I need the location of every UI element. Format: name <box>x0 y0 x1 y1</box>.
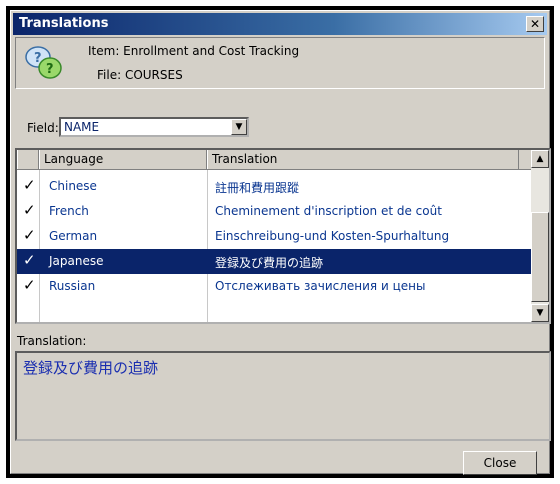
translation-cell: 登録及び費用の追跡 <box>215 256 324 270</box>
language-cell: Japanese <box>49 254 104 268</box>
svg-text:?: ? <box>46 62 54 77</box>
scroll-down-icon[interactable]: ▼ <box>531 304 549 322</box>
close-icon[interactable]: ✕ <box>526 16 544 32</box>
window-title: Translations <box>19 16 109 31</box>
translations-grid: Language Translation ✓ Chinese 註冊和費用跟蹤 ✓… <box>15 148 551 324</box>
item-name: Item: Enrollment and Cost Tracking <box>88 44 300 58</box>
translation-cell: Cheminement d'inscription et de coût <box>215 204 442 218</box>
scroll-thumb[interactable] <box>531 212 549 302</box>
language-cell: French <box>49 204 89 218</box>
dialog-window: Translations ✕ ? ? Item: Enrollment and … <box>6 6 554 478</box>
check-icon: ✓ <box>23 201 36 219</box>
translation-cell: Отслеживать зачисления и цены <box>215 279 426 293</box>
column-header-language[interactable]: Language <box>39 150 207 169</box>
check-icon: ✓ <box>23 176 36 194</box>
table-row[interactable]: ✓ French Cheminement d'inscription et de… <box>17 199 531 224</box>
table-row[interactable]: ✓ German Einschreibung-und Kosten-Spurha… <box>17 224 531 249</box>
table-row[interactable]: ✓ Chinese 註冊和費用跟蹤 <box>17 174 531 199</box>
check-icon: ✓ <box>23 226 36 244</box>
close-button[interactable]: Close <box>463 451 537 475</box>
table-row-selected[interactable]: ✓ Japanese 登録及び費用の追跡 <box>17 249 531 274</box>
help-bubbles-icon: ? ? <box>25 46 62 79</box>
vertical-scrollbar[interactable]: ▲ ▼ <box>531 150 549 322</box>
field-select-value: NAME <box>64 120 100 134</box>
item-info-panel: ? ? Item: Enrollment and Cost Tracking F… <box>15 37 545 89</box>
translation-cell: 註冊和費用跟蹤 <box>215 181 300 195</box>
check-icon: ✓ <box>23 276 36 294</box>
field-select[interactable]: NAME ▼ <box>59 117 249 137</box>
language-cell: Russian <box>49 279 96 293</box>
translation-label: Translation: <box>17 334 87 348</box>
check-column-header[interactable] <box>17 150 39 169</box>
grid-header: Language Translation <box>17 150 531 170</box>
translation-textarea[interactable]: 登録及び費用の追跡 <box>15 351 551 441</box>
column-header-translation[interactable]: Translation <box>207 150 519 169</box>
title-bar[interactable]: Translations ✕ <box>13 13 547 35</box>
file-name: File: COURSES <box>97 68 183 82</box>
chevron-down-icon[interactable]: ▼ <box>231 119 247 135</box>
translation-cell: Einschreibung-und Kosten-Spurhaltung <box>215 229 450 243</box>
scroll-up-icon[interactable]: ▲ <box>531 150 549 168</box>
language-cell: German <box>49 229 98 243</box>
check-icon: ✓ <box>23 251 36 269</box>
field-label: Field: <box>27 121 59 135</box>
language-cell: Chinese <box>49 179 97 193</box>
table-row[interactable]: ✓ Russian Отслеживать зачисления и цены <box>17 274 531 299</box>
dialog-frame: Translations ✕ ? ? Item: Enrollment and … <box>10 10 551 475</box>
